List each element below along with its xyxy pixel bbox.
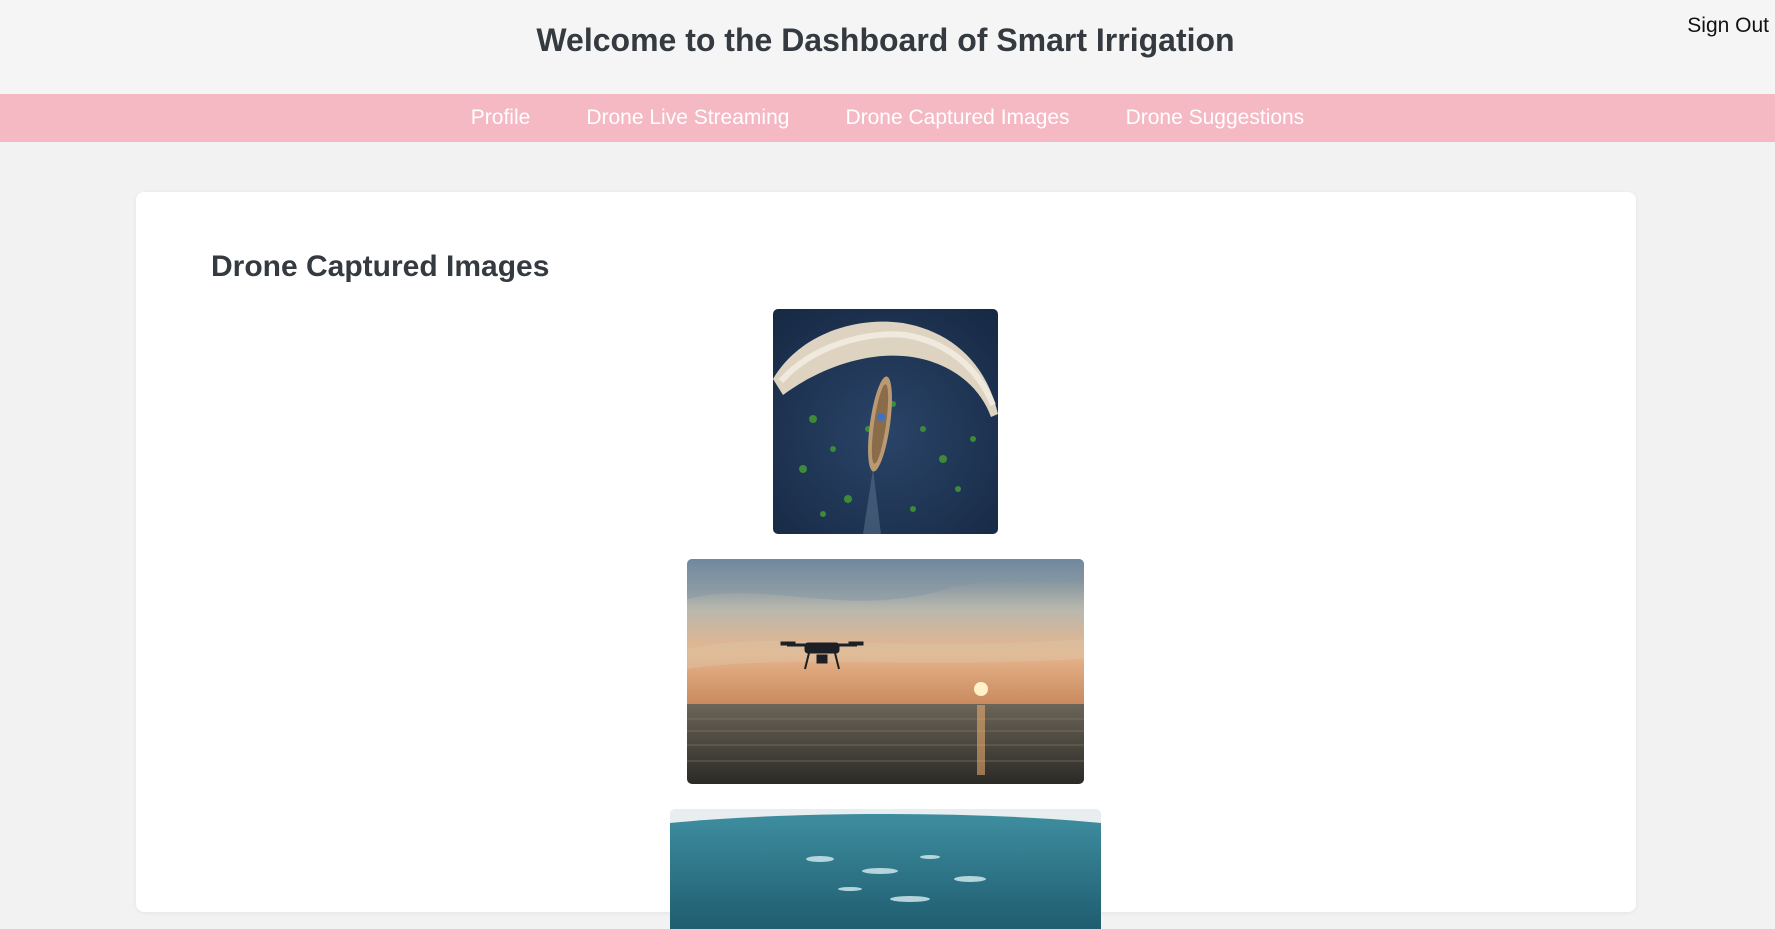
main-nav: Profile Drone Live Streaming Drone Captu…	[0, 94, 1775, 142]
nav-item-drone-live-streaming[interactable]: Drone Live Streaming	[586, 94, 789, 142]
drone-image-ocean[interactable]	[670, 809, 1101, 929]
section-title: Drone Captured Images	[211, 250, 550, 283]
header: Welcome to the Dashboard of Smart Irriga…	[0, 0, 1775, 94]
nav-item-drone-suggestions[interactable]: Drone Suggestions	[1126, 94, 1305, 142]
nav-item-drone-captured-images[interactable]: Drone Captured Images	[845, 94, 1069, 142]
sign-out-link[interactable]: Sign Out	[1687, 13, 1769, 39]
content-card: Drone Captured Images	[136, 192, 1636, 929]
drone-image-sunset[interactable]	[687, 559, 1084, 784]
nav-item-profile[interactable]: Profile	[471, 94, 531, 142]
page-title: Welcome to the Dashboard of Smart Irriga…	[536, 22, 1235, 58]
drone-image-boat-ducks[interactable]	[773, 309, 998, 534]
